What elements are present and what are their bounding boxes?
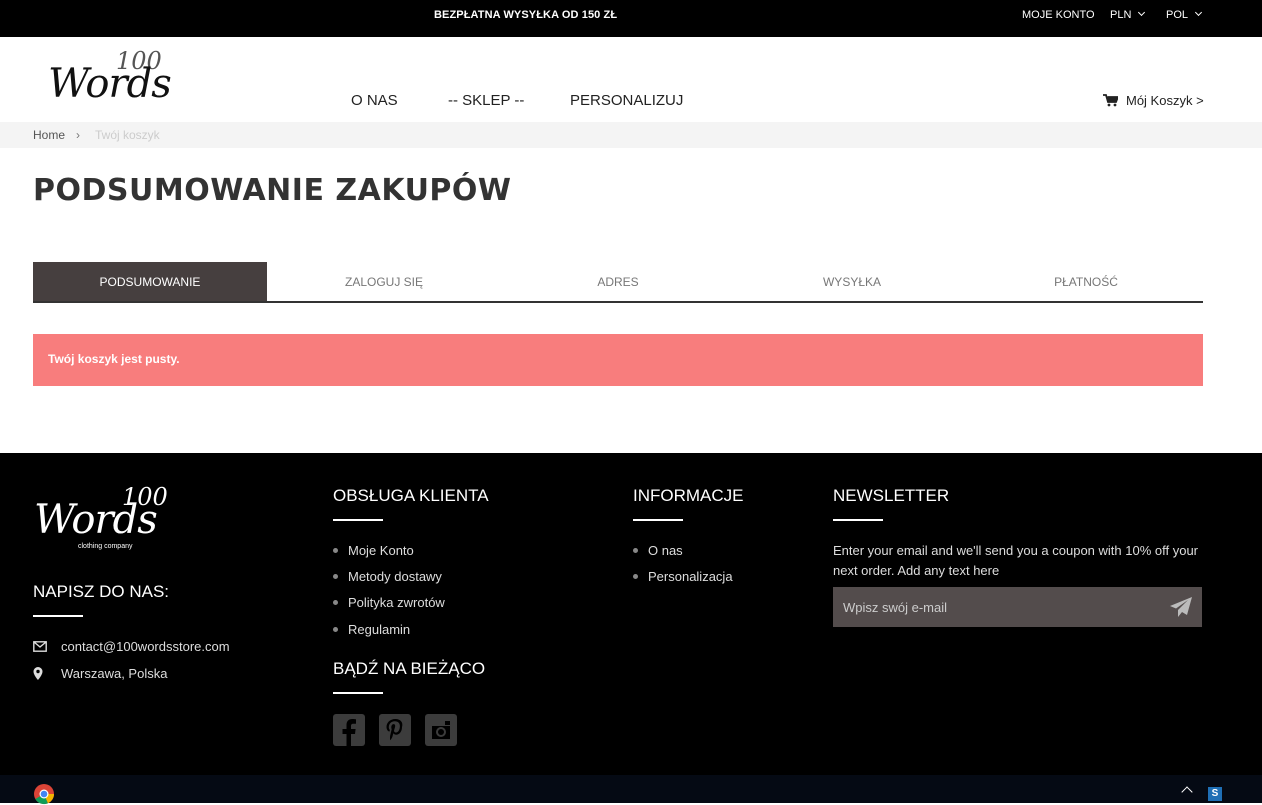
footer-link-account[interactable]: Moje Konto <box>333 537 445 563</box>
footer-link-returns[interactable]: Polityka zwrotów <box>333 590 445 616</box>
checkout-steps: PODSUMOWANIE ZALOGUJ SIĘ ADRES WYSYŁKA P… <box>33 262 1203 303</box>
breadcrumb: Home › Twój koszyk <box>0 122 1262 148</box>
top-bar: BEZPŁATNA WYSYŁKA OD 150 ZŁ MOJE KONTO P… <box>0 0 1262 37</box>
page-title: PODSUMOWANIE ZAKUPÓW <box>33 173 512 208</box>
newsletter-email-input[interactable] <box>843 599 1143 615</box>
newsletter-heading: NEWSLETTER <box>833 486 950 505</box>
breadcrumb-home[interactable]: Home <box>33 128 65 142</box>
footer-link-delivery[interactable]: Metody dostawy <box>333 563 445 589</box>
free-shipping-promo: BEZPŁATNA WYSYŁKA OD 150 ZŁ <box>434 9 618 21</box>
customer-service-heading: OBSŁUGA KLIENTA <box>333 486 489 505</box>
paper-plane-icon[interactable] <box>1170 597 1192 617</box>
footer-link-personalization[interactable]: Personalizacja <box>633 563 733 589</box>
heading-underline <box>333 519 383 521</box>
currency-selector[interactable]: PLN <box>1110 8 1146 21</box>
language-selector[interactable]: POL <box>1166 8 1203 21</box>
customer-service-links: Moje Konto Metody dostawy Polityka zwrot… <box>333 537 445 642</box>
information-heading: INFORMACJE <box>633 486 744 505</box>
chevron-down-icon <box>1138 8 1146 17</box>
heading-underline <box>33 615 83 617</box>
heading-underline <box>633 519 683 521</box>
chrome-icon[interactable] <box>33 783 55 805</box>
breadcrumb-current: Twój koszyk <box>95 128 160 142</box>
breadcrumb-separator-icon: › <box>76 128 80 142</box>
newsletter-form <box>833 587 1202 627</box>
step-payment[interactable]: PŁATNOŚĆ <box>969 262 1203 301</box>
envelope-icon <box>33 641 61 652</box>
instagram-icon[interactable] <box>425 714 457 746</box>
language-value: POL <box>1166 9 1189 21</box>
footer: 100 Words clothing company NAPISZ DO NAS… <box>0 453 1262 775</box>
heading-underline <box>833 519 883 521</box>
currency-value: PLN <box>1110 9 1132 21</box>
step-address[interactable]: ADRES <box>501 262 735 301</box>
cart-link[interactable]: Mój Koszyk > <box>1103 93 1204 108</box>
newsletter-description: Enter your email and we'll send you a co… <box>833 543 1199 578</box>
facebook-icon[interactable] <box>333 714 365 746</box>
footer-link-terms[interactable]: Regulamin <box>333 616 445 642</box>
footer-link-about[interactable]: O nas <box>633 537 733 563</box>
empty-cart-alert: Twój koszyk jest pusty. <box>33 334 1203 386</box>
social-links <box>333 714 457 746</box>
stay-updated-heading: BĄDŹ NA BIEŻĄCO <box>333 659 486 678</box>
contact-email-text: contact@100wordsstore.com <box>61 639 230 654</box>
footer-logo-word: Words <box>34 497 158 543</box>
heading-underline <box>333 692 383 694</box>
information-links: O nas Personalizacja <box>633 537 733 590</box>
cart-label: Mój Koszyk > <box>1126 93 1204 108</box>
pinterest-icon[interactable] <box>379 714 411 746</box>
step-login[interactable]: ZALOGUJ SIĘ <box>267 262 501 301</box>
logo-word: Words <box>48 61 172 107</box>
nav-personalize[interactable]: PERSONALIZUJ <box>570 92 683 109</box>
header: 100 Words O NAS -- SKLEP -- PERSONALIZUJ… <box>0 37 1262 122</box>
contact-location-text: Warszawa, Polska <box>61 666 168 681</box>
nav-about[interactable]: O NAS <box>351 92 398 109</box>
tray-app-icon[interactable]: S <box>1208 787 1222 801</box>
map-marker-icon <box>33 667 61 680</box>
alert-text: Twój koszyk jest pusty. <box>48 352 180 366</box>
contact-location: Warszawa, Polska <box>33 666 167 681</box>
step-shipping[interactable]: WYSYŁKA <box>735 262 969 301</box>
footer-logo-tagline: clothing company <box>78 543 133 550</box>
os-taskbar: S <box>0 775 1262 805</box>
step-summary[interactable]: PODSUMOWANIE <box>33 262 267 301</box>
write-to-us-heading: NAPISZ DO NAS: <box>33 582 170 601</box>
nav-shop[interactable]: -- SKLEP -- <box>448 92 524 109</box>
contact-email[interactable]: contact@100wordsstore.com <box>33 639 230 654</box>
my-account-link[interactable]: MOJE KONTO <box>1022 9 1095 21</box>
footer-logo[interactable]: 100 Words clothing company <box>34 483 184 553</box>
cart-icon <box>1103 94 1118 107</box>
tray-chevron-up-icon[interactable] <box>1181 786 1193 798</box>
site-logo[interactable]: 100 Words <box>48 47 172 107</box>
chevron-down-icon <box>1194 8 1203 17</box>
